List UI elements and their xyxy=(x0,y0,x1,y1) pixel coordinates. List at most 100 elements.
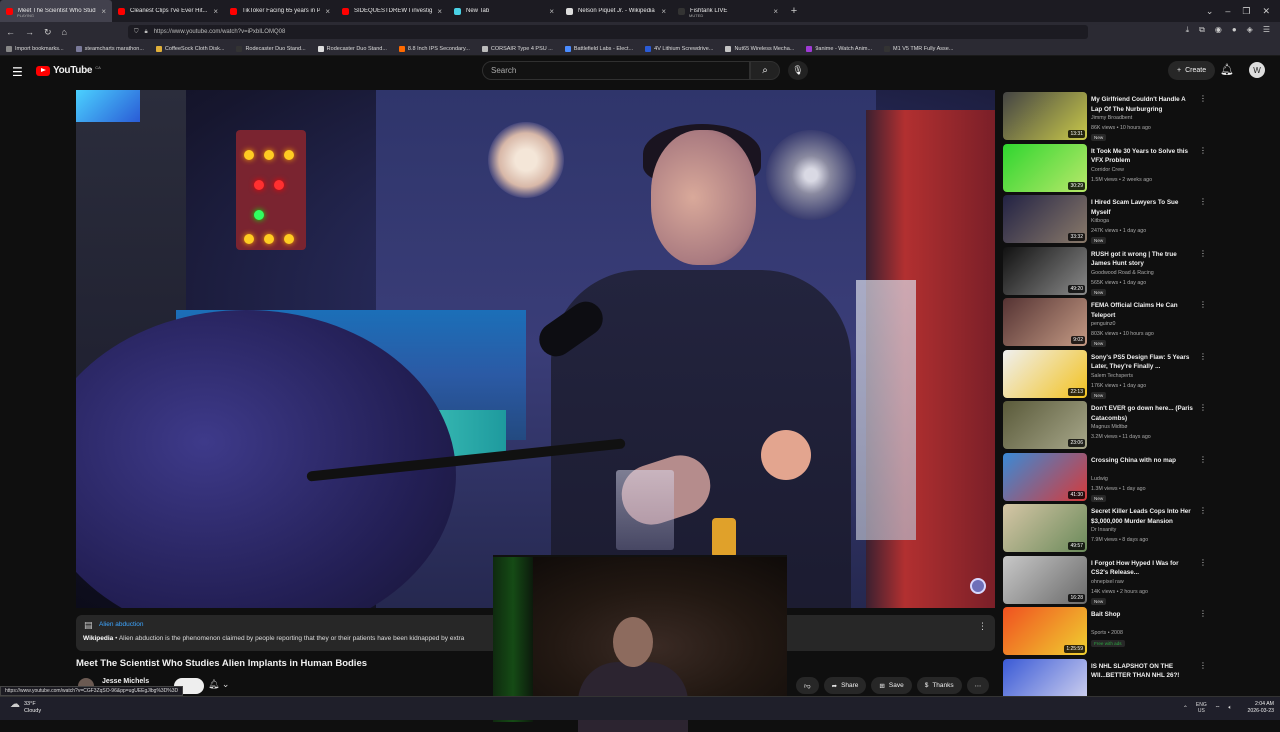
info-panel-title[interactable]: Alien abduction xyxy=(99,621,143,628)
close-tab-icon[interactable]: × xyxy=(101,7,106,16)
video-thumbnail[interactable]: 1:25:59 xyxy=(1003,607,1087,655)
extension-icon[interactable]: ◈ xyxy=(1247,25,1253,35)
video-title[interactable]: It Took Me 30 Years to Solve this VFX Pr… xyxy=(1091,147,1197,166)
video-thumbnail[interactable]: 9:02 xyxy=(1003,298,1087,346)
extension-icon[interactable]: ◉ xyxy=(1215,25,1222,35)
bookmark-item[interactable]: CORSAIR Type 4 PSU ... xyxy=(481,45,553,52)
bookmark-item[interactable]: Battlefield Labs - Elect... xyxy=(564,45,633,52)
notifications-icon[interactable]: 🔔︎ xyxy=(1220,63,1234,76)
url-text[interactable]: https://www.youtube.com/watch?v=iPxbILOM… xyxy=(154,29,286,35)
browser-tab[interactable]: SIDEQUESTDREW I investigated × xyxy=(336,0,448,22)
home-icon[interactable]: ⌂ xyxy=(62,27,67,37)
app-menu-icon[interactable]: ☰ xyxy=(1263,25,1270,35)
recommended-video[interactable]: 16:28 I Forgot How Hyped I Was for CS2's … xyxy=(1003,555,1213,605)
save-button[interactable]: ⊞ Save xyxy=(871,677,912,694)
browser-tab[interactable]: Fishtank LIVE MUTED × xyxy=(672,0,784,22)
channel-name[interactable]: penguinz0 xyxy=(1091,321,1115,327)
video-title[interactable]: Secret Killer Leads Cops Into Her $3,000… xyxy=(1091,507,1197,526)
more-options-icon[interactable]: ⋮ xyxy=(1199,558,1207,567)
new-tab-button[interactable]: + xyxy=(784,5,804,17)
recommended-video[interactable]: 23:06 Don't EVER go down here... (Paris C… xyxy=(1003,401,1213,450)
channel-name[interactable]: Jimmy Broadbent xyxy=(1091,115,1132,121)
more-actions-button[interactable]: ⋯ xyxy=(966,677,990,694)
recommended-video[interactable]: 49:57 Secret Killer Leads Cops Into Her $… xyxy=(1003,504,1213,553)
address-bar[interactable]: ⛉ 🔒︎ https://www.youtube.com/watch?v=iPx… xyxy=(128,25,1088,39)
channel-name[interactable]: Dr Insanity xyxy=(1091,527,1116,533)
shield-icon[interactable]: ⛉ xyxy=(134,29,139,36)
channel-name[interactable]: Magnus Midtbø xyxy=(1091,424,1128,430)
weather-widget[interactable]: ☁ 33°F Cloudy xyxy=(10,700,41,715)
recommended-video[interactable]: 13:31 My Girlfriend Couldn't Handle A Lap… xyxy=(1003,92,1213,141)
close-tab-icon[interactable]: × xyxy=(549,7,554,16)
close-tab-icon[interactable]: × xyxy=(325,7,330,16)
video-thumbnail[interactable]: 22:13 xyxy=(1003,349,1087,398)
search-button[interactable]: ⌕ xyxy=(750,61,780,80)
more-options-icon[interactable]: ⋮ xyxy=(1199,661,1207,670)
forward-icon[interactable]: → xyxy=(25,27,34,37)
video-title[interactable]: Bait Shop xyxy=(1091,610,1197,620)
close-tab-icon[interactable]: × xyxy=(773,7,778,16)
wifi-icon[interactable]: ⌔ xyxy=(1215,704,1221,712)
chevron-up-icon[interactable]: ⌃ xyxy=(1183,705,1188,712)
video-thumbnail[interactable]: 49:57 xyxy=(1003,504,1087,552)
reload-icon[interactable]: ↻ xyxy=(44,27,52,38)
minimize-icon[interactable]: – xyxy=(1225,6,1230,16)
more-options-icon[interactable]: ⋮ xyxy=(1199,403,1207,412)
create-button[interactable]: + Create xyxy=(1168,61,1216,80)
video-title[interactable]: RUSH got it wrong | The true James Hunt … xyxy=(1091,250,1197,269)
video-player[interactable] xyxy=(76,90,995,608)
clock[interactable]: 2:04 AM 2026-03-23 xyxy=(1247,701,1274,715)
more-options-icon[interactable]: ⋮ xyxy=(1199,506,1207,515)
bookmark-item[interactable]: 8.8 Inch IPS Secondary... xyxy=(398,45,470,52)
recommended-video[interactable]: 9:02 FEMA Official Claims He Can Teleport… xyxy=(1003,298,1213,347)
browser-tab[interactable]: Nelson Piquet Jr. - Wikipedia × xyxy=(560,0,672,22)
notification-bell-icon[interactable]: 🔔︎ ⌄ xyxy=(208,679,229,690)
bookmark-item[interactable]: M1 V5 TMR Fully Asse... xyxy=(884,45,953,52)
bookmark-item[interactable]: Nut65 Wireless Mecha... xyxy=(725,45,794,52)
more-options-icon[interactable]: ⋮ xyxy=(1199,352,1207,361)
video-thumbnail[interactable]: 30:29 xyxy=(1003,143,1087,192)
recommended-video[interactable]: 41:30 Crossing China with no map Ludwig 1.3… xyxy=(1003,452,1213,502)
speaker-icon[interactable]: 🔈︎ xyxy=(1228,705,1232,712)
video-thumbnail[interactable]: 49:20 xyxy=(1003,246,1087,295)
recommended-video[interactable]: 22:13 Sony's PS5 Design Flaw: 5 Years Lat… xyxy=(1003,349,1213,399)
close-tab-icon[interactable]: × xyxy=(661,7,666,16)
player-overlay-button[interactable] xyxy=(970,578,986,594)
lock-icon[interactable]: 🔒︎ xyxy=(145,29,148,36)
video-title[interactable]: Crossing China with no map xyxy=(1091,456,1197,466)
video-title[interactable]: I Hired Scam Lawyers To Sue Myself xyxy=(1091,198,1197,217)
channel-name[interactable]: Ludwig xyxy=(1091,476,1108,482)
bookmark-item[interactable]: 9anime - Watch Anim... xyxy=(806,45,872,52)
bookmark-item[interactable]: Import bookmarks... xyxy=(6,45,64,52)
thanks-button[interactable]: $ Thanks xyxy=(916,677,962,694)
dislike-button[interactable]: 👎︎ xyxy=(796,677,819,694)
channel-name[interactable]: Goodwood Road & Racing xyxy=(1091,270,1154,276)
more-options-icon[interactable]: ⋮ xyxy=(1199,146,1207,155)
video-thumbnail[interactable]: 23:06 xyxy=(1003,401,1087,449)
recommended-video[interactable]: 1:25:59 Bait Shop Sports • 2008 Free with a… xyxy=(1003,607,1213,656)
recommended-video[interactable]: 49:20 RUSH got it wrong | The true James … xyxy=(1003,246,1213,296)
extension-icon[interactable]: ● xyxy=(1232,25,1237,35)
share-button[interactable]: ➦ Share xyxy=(823,677,867,694)
language-indicator[interactable]: ENG US xyxy=(1196,702,1207,714)
close-tab-icon[interactable]: × xyxy=(437,7,442,16)
menu-icon[interactable]: ☰ xyxy=(12,65,23,79)
extension-icon[interactable]: ⧉ xyxy=(1199,25,1205,35)
channel-name[interactable]: ohnepixel raw xyxy=(1091,579,1124,585)
more-options-icon[interactable]: ⋮ xyxy=(1199,94,1207,103)
bookmark-item[interactable]: steamcharts marathon... xyxy=(75,45,144,52)
close-window-icon[interactable]: ✕ xyxy=(1262,6,1270,17)
bookmark-item[interactable]: Rodecaster Duo Stand... xyxy=(236,45,306,52)
avatar[interactable]: W xyxy=(1249,62,1265,78)
browser-tab[interactable]: Cleanest Clips I've Ever Hit... (H × xyxy=(112,0,224,22)
close-tab-icon[interactable]: × xyxy=(213,7,218,16)
search-input[interactable]: Search xyxy=(482,61,750,80)
video-thumbnail[interactable]: 41:30 xyxy=(1003,452,1087,501)
channel-name[interactable]: Kitboga xyxy=(1091,218,1109,224)
back-icon[interactable]: ← xyxy=(6,27,15,37)
tab-list-icon[interactable]: ⌄ xyxy=(1206,6,1214,17)
video-title[interactable]: My Girlfriend Couldn't Handle A Lap Of T… xyxy=(1091,95,1197,114)
voice-search-button[interactable]: 🎙︎ xyxy=(788,61,808,80)
video-title[interactable]: I Forgot How Hyped I Was for CS2's Relea… xyxy=(1091,559,1197,578)
more-options-icon[interactable]: ⋮ xyxy=(1199,609,1207,618)
